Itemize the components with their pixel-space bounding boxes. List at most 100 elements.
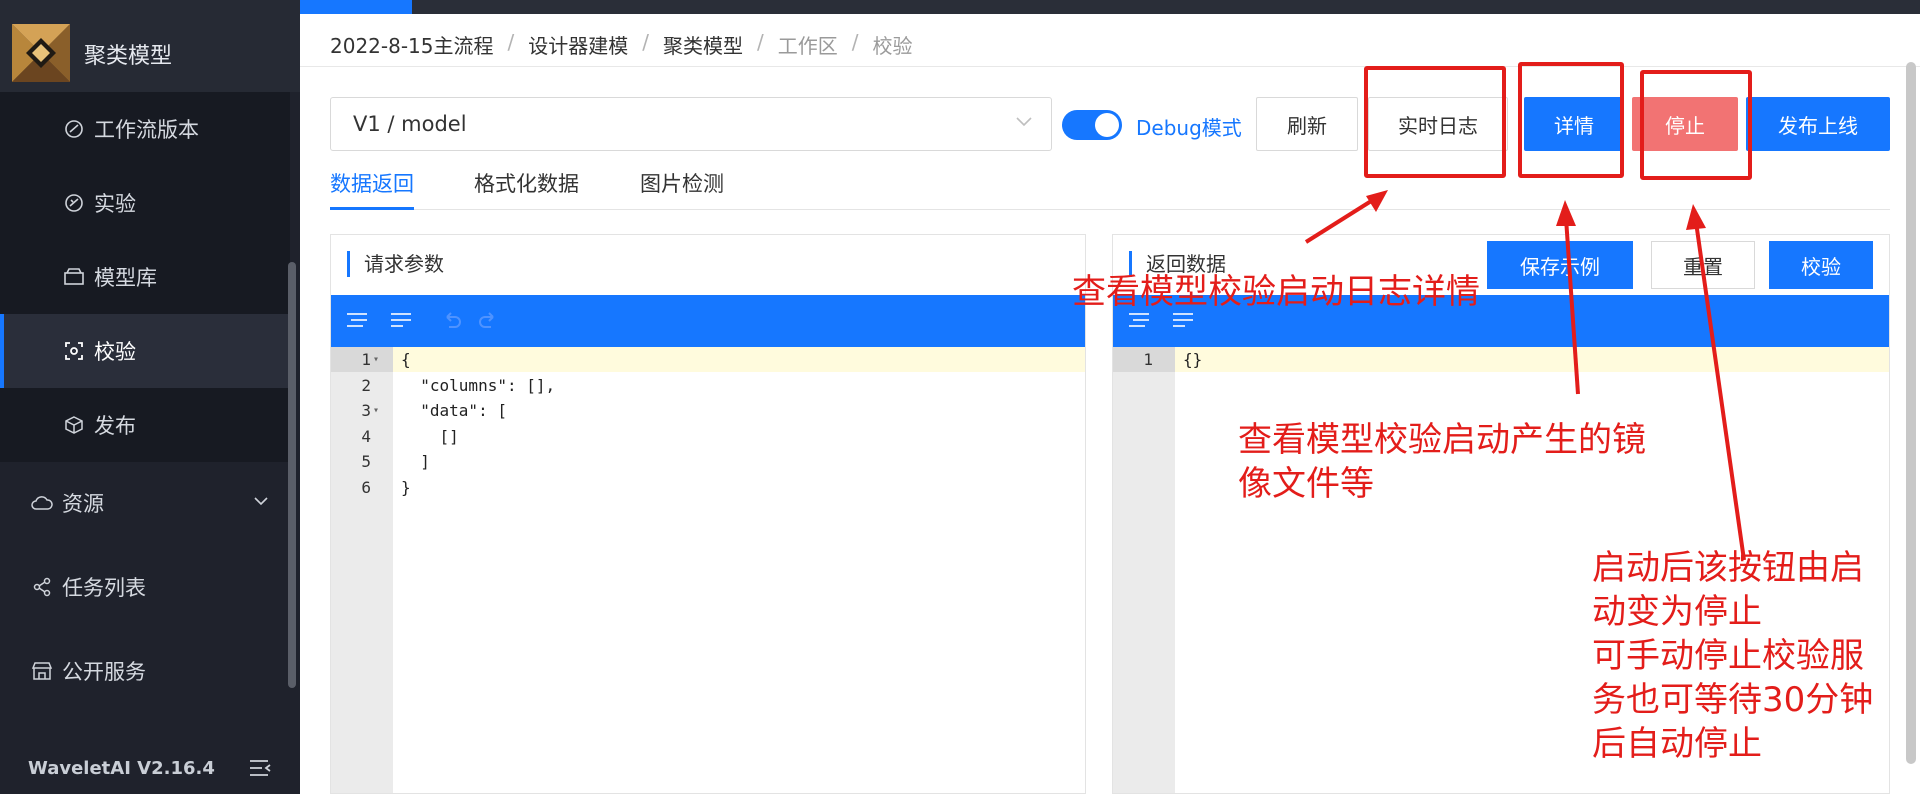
line-number: 5: [361, 452, 371, 471]
annotation-detail-note-1: 查看模型校验启动产生的镜: [1238, 420, 1646, 460]
code-line: 2 "columns": [],: [331, 373, 1085, 399]
code-text: {: [401, 350, 411, 369]
redo-icon[interactable]: [477, 311, 499, 331]
code-text: "columns": [],: [401, 375, 556, 395]
sidebar-item-model-library[interactable]: 模型库: [0, 240, 290, 314]
code-line: 1 {}: [1113, 347, 1889, 373]
request-params-panel: 请求参数 1 ▾{2 "columns": [], 3 ▾ "data": [4 []…: [330, 234, 1086, 794]
request-json-editor[interactable]: 1 ▾{2 "columns": [], 3 ▾ "data": [4 [] 5 ] 6}: [331, 347, 1085, 500]
chevron-down-icon: [1016, 117, 1032, 127]
code-text: []: [401, 426, 459, 446]
sidebar-scrollbar[interactable]: [288, 262, 296, 688]
app-window: 聚类模型 工作流版本 实验 模型库 校验 发布 资源 任务列表 公开服务 Wav…: [0, 0, 1920, 794]
toggle-knob: [1095, 113, 1119, 137]
publish-button[interactable]: 发布上线: [1746, 97, 1890, 151]
breadcrumb-item[interactable]: 设计器建模: [528, 30, 628, 59]
annotation-stop-note-5: 后自动停止: [1592, 724, 1762, 764]
model-version-value: V1 / model: [353, 112, 467, 136]
code-text: }: [401, 477, 411, 497]
debug-mode-toggle[interactable]: [1062, 110, 1122, 140]
code-line: 1 ▾ {: [331, 347, 1085, 373]
response-json-editor[interactable]: 1 {}: [1113, 347, 1889, 373]
tab-image-detection[interactable]: 图片检测: [640, 168, 724, 198]
save-example-button[interactable]: 保存示例: [1487, 241, 1633, 289]
top-bar-active-tab[interactable]: [300, 0, 412, 14]
code-line: 4 []: [331, 424, 1085, 450]
compact-icon[interactable]: [1171, 311, 1195, 331]
sidebar-item-label: 工作流版本: [94, 118, 199, 142]
model-library-icon: [62, 265, 86, 289]
annotation-box-log: [1364, 66, 1506, 178]
annotation-stop-note-1: 启动后该按钮由启: [1592, 548, 1864, 588]
line-gutter: [1113, 347, 1175, 793]
panel-title: 请求参数: [347, 251, 444, 277]
annotation-detail-note-2: 像文件等: [1238, 464, 1374, 504]
annotation-box-stop: [1640, 70, 1752, 180]
sidebar-item-publish[interactable]: 发布: [0, 388, 290, 462]
sidebar-item-experiment[interactable]: 实验: [0, 166, 290, 240]
sidebar-item-workflow-version[interactable]: 工作流版本: [0, 92, 290, 166]
top-bar: [300, 0, 1920, 14]
verify-button[interactable]: 校验: [1769, 241, 1873, 289]
line-number: 1: [361, 350, 371, 369]
annotation-stop-note-4: 务也可等待30分钟: [1592, 680, 1874, 720]
share-icon: [30, 575, 54, 599]
line-number: 2: [361, 375, 371, 395]
undo-icon[interactable]: [441, 311, 463, 331]
sidebar-item-label: 模型库: [94, 266, 157, 290]
sidebar-group-label: 任务列表: [62, 576, 146, 600]
annotation-box-detail: [1518, 62, 1624, 178]
breadcrumb-item[interactable]: 2022-8-15主流程: [330, 30, 494, 59]
code-line: 3 ▾ "data": [: [331, 398, 1085, 424]
sidebar-group-label: 资源: [62, 492, 104, 516]
code-text: ]: [401, 452, 430, 471]
sidebar-group-public-services[interactable]: 公开服务: [0, 634, 290, 708]
annotation-log-note: 查看模型校验启动日志详情: [1072, 272, 1480, 312]
breadcrumb-current: 校验: [872, 34, 913, 58]
breadcrumb-item[interactable]: 工作区: [778, 30, 838, 59]
experiment-icon: [62, 191, 86, 215]
tab-divider: [330, 209, 1890, 210]
breadcrumb-item[interactable]: 聚类模型: [663, 30, 743, 59]
version-label: WaveletAI V2.16.4: [28, 757, 215, 779]
logo-icon: [12, 24, 70, 82]
scan-icon: [62, 339, 86, 363]
reset-button[interactable]: 重置: [1651, 241, 1755, 289]
breadcrumb-separator: /: [642, 30, 650, 54]
breadcrumb: 2022-8-15主流程 / 设计器建模 / 聚类模型 / 工作区 / 校验: [330, 30, 913, 59]
collapse-menu-icon[interactable]: [248, 758, 272, 778]
sidebar-item-verify[interactable]: 校验: [0, 314, 290, 388]
format-icon[interactable]: [345, 311, 369, 331]
tab-active-indicator: [330, 207, 414, 210]
store-icon: [30, 659, 54, 683]
header-divider: [300, 66, 1920, 67]
sidebar-group-resources[interactable]: 资源: [0, 466, 290, 540]
fold-toggle-icon[interactable]: ▾: [373, 347, 379, 373]
breadcrumb-separator: /: [507, 30, 515, 54]
cloud-icon: [30, 491, 54, 515]
breadcrumb-separator: /: [757, 30, 764, 54]
sidebar-item-label: 发布: [94, 414, 136, 438]
format-icon[interactable]: [1127, 311, 1151, 331]
tab-formatted-data[interactable]: 格式化数据: [474, 168, 579, 198]
compact-icon[interactable]: [389, 311, 413, 331]
sidebar: 聚类模型 工作流版本 实验 模型库 校验 发布 资源 任务列表 公开服务 Wav…: [0, 0, 300, 794]
sidebar-item-label: 校验: [94, 340, 136, 364]
code-line: 6}: [331, 475, 1085, 501]
sidebar-item-label: 实验: [94, 192, 136, 216]
line-number: 4: [361, 426, 371, 446]
sidebar-header: 聚类模型: [0, 0, 300, 92]
breadcrumb-separator: /: [851, 30, 859, 54]
chevron-down-icon: [254, 497, 268, 506]
tab-return-data[interactable]: 数据返回: [330, 168, 414, 198]
sidebar-group-task-list[interactable]: 任务列表: [0, 550, 290, 624]
code-line: 5 ]: [331, 449, 1085, 475]
annotation-stop-note-2: 动变为停止: [1592, 592, 1762, 632]
cube-icon: [62, 413, 86, 437]
fold-toggle-icon[interactable]: ▾: [373, 398, 379, 424]
line-number: 3: [361, 401, 371, 420]
page-scrollbar[interactable]: [1906, 62, 1916, 764]
line-number: 1: [1143, 350, 1153, 369]
refresh-button[interactable]: 刷新: [1256, 97, 1358, 151]
model-version-select[interactable]: V1 / model: [330, 97, 1052, 151]
